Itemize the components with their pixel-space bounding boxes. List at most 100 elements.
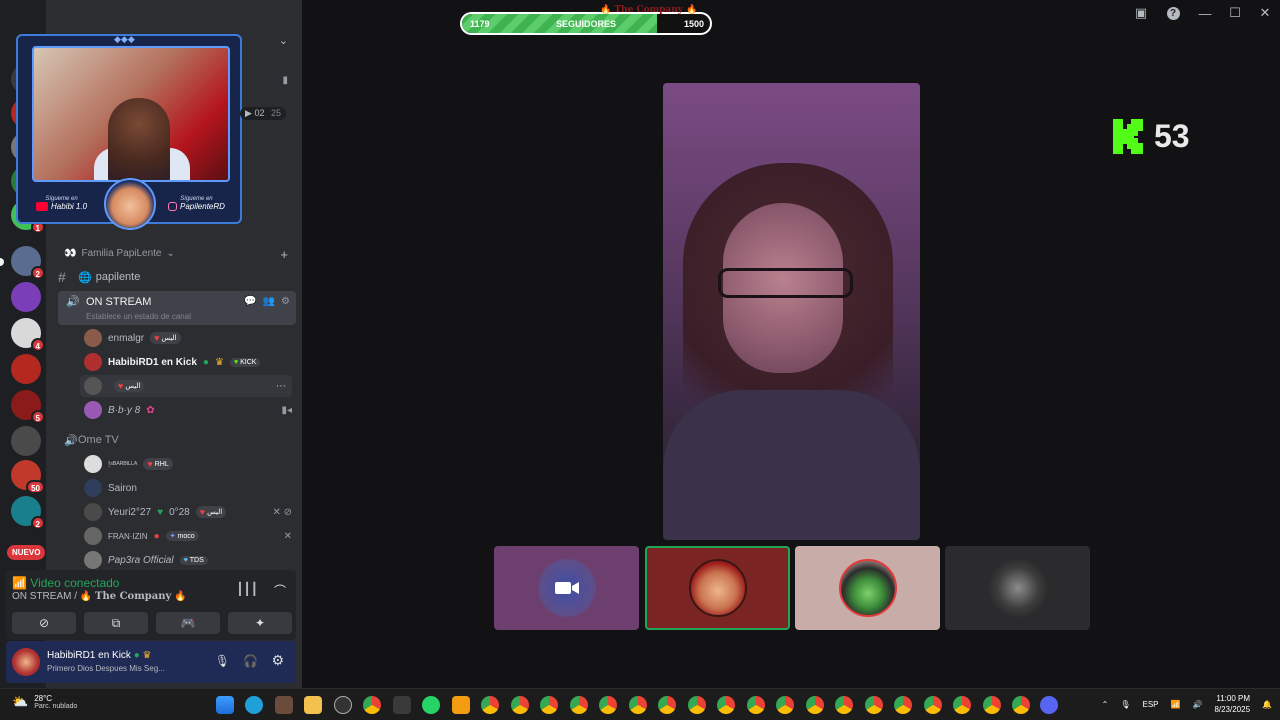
main-video-feed[interactable] xyxy=(663,83,920,540)
app-icon[interactable] xyxy=(334,696,352,714)
webcam-person xyxy=(108,98,170,180)
noise-suppression-icon[interactable]: ┃┃┃ xyxy=(236,582,258,596)
chevron-down-icon[interactable]: ⌄ xyxy=(279,34,288,47)
server-icon[interactable] xyxy=(11,282,41,312)
close-icon[interactable]: ✕ xyxy=(1250,2,1280,24)
chrome-icon[interactable] xyxy=(363,696,381,714)
chat-icon[interactable]: 💬 xyxy=(244,296,256,307)
activities-button[interactable]: 🎮 xyxy=(156,612,220,634)
screen-share-button[interactable]: ⧉ xyxy=(84,612,148,634)
server-icon[interactable]: 2 xyxy=(11,246,45,280)
chevron-up-icon[interactable]: ⌃ xyxy=(1102,700,1109,709)
chrome-icon[interactable] xyxy=(717,696,735,714)
voice-user[interactable]: HabibiRD1 en Kick ● ♛ ♥ KICK xyxy=(84,351,292,373)
participant-tile-speaking[interactable] xyxy=(645,546,790,630)
disconnect-icon[interactable]: ⌒ xyxy=(274,582,286,599)
voice-channel-ome-tv[interactable]: 🔊 Ome TV xyxy=(58,429,296,451)
participant-tile[interactable] xyxy=(945,546,1090,630)
chrome-icon[interactable] xyxy=(658,696,676,714)
app-icon[interactable] xyxy=(452,696,470,714)
voice-user[interactable]: enmalgr ♥ اليس xyxy=(84,327,292,349)
notification-icon[interactable]: 🔔 xyxy=(1262,700,1272,709)
chrome-icon[interactable] xyxy=(747,696,765,714)
mic-icon[interactable]: 🎙 xyxy=(1120,700,1130,709)
voice-user[interactable]: Pap3ra Official ♥ TDS xyxy=(84,549,292,571)
app-icon[interactable] xyxy=(393,696,411,714)
server-icon[interactable] xyxy=(11,354,41,384)
minimize-icon[interactable]: — xyxy=(1190,2,1220,24)
voice-user[interactable]: FRAN·IZIN ● ✦ moco ✕ xyxy=(84,525,292,547)
globe-icon: 🌐 xyxy=(78,271,92,284)
streamer-avatar-cartoon xyxy=(104,178,156,230)
category-header[interactable]: 👀 Familia PapiLente ⌄ xyxy=(64,248,175,259)
unread-badge: 2 xyxy=(30,266,45,280)
text-channel[interactable]: # 🌐 papilente xyxy=(58,266,296,288)
camera-off-button[interactable]: ⊘ xyxy=(12,612,76,634)
chrome-icon[interactable] xyxy=(835,696,853,714)
gear-icon[interactable]: ⚙ xyxy=(271,652,284,669)
chrome-icon[interactable] xyxy=(865,696,883,714)
add-channel-icon[interactable]: + xyxy=(280,247,288,262)
weather-widget[interactable]: ⛅ 28°C Parc. nublado xyxy=(12,694,77,710)
voice-user[interactable]: B·b·y 8 ✿ ▮◂ xyxy=(84,399,292,421)
help-icon[interactable]: ? xyxy=(1156,2,1190,24)
follower-label: SEGUIDORES xyxy=(555,19,616,29)
mic-icon[interactable]: 🎙 xyxy=(215,654,230,668)
wifi-icon[interactable]: 📶 xyxy=(1171,700,1181,709)
weather-temp: 28°C xyxy=(34,694,53,703)
voice-user[interactable]: Sairon xyxy=(84,477,292,499)
participant-tile[interactable] xyxy=(795,546,940,630)
chrome-icon[interactable] xyxy=(570,696,588,714)
soundboard-button[interactable]: ✦ xyxy=(228,612,292,634)
verified-icon: ● xyxy=(133,650,140,661)
username: !ˢᴮᴬᴿᴮᴵᴸᴸᴬ xyxy=(108,459,138,469)
headphones-icon[interactable]: 🎧 xyxy=(243,654,258,668)
chrome-icon[interactable] xyxy=(629,696,647,714)
participant-tile-camera-off[interactable] xyxy=(494,546,639,630)
avatar[interactable] xyxy=(12,648,40,676)
server-icon[interactable]: 50 xyxy=(11,460,45,494)
server-icon[interactable]: 2 xyxy=(11,496,45,530)
chrome-icon[interactable] xyxy=(599,696,617,714)
gear-icon[interactable]: ⚙ xyxy=(281,296,290,307)
server-icon[interactable]: 4 xyxy=(11,318,45,352)
chrome-icon[interactable] xyxy=(924,696,942,714)
voice-user[interactable]: ♥ اليس ⋯ xyxy=(80,375,292,397)
chrome-icon[interactable] xyxy=(806,696,824,714)
voice-user[interactable]: !ˢᴮᴬᴿᴮᴵᴸᴸᴬ ♥ RHL xyxy=(84,453,292,475)
add-member-icon[interactable]: 👥 xyxy=(263,296,275,307)
voice-user[interactable]: Yeuri2°27 ♥ 0°28 ♥ اليس ✕ ⊘ xyxy=(84,501,292,523)
chrome-icon[interactable] xyxy=(688,696,706,714)
app-icon[interactable] xyxy=(275,696,293,714)
chrome-icon[interactable] xyxy=(540,696,558,714)
avatar xyxy=(84,353,102,371)
more-icon[interactable]: ⋯ xyxy=(276,381,286,392)
chrome-icon[interactable] xyxy=(776,696,794,714)
user-custom-status: Primero Dios Despues Mis Seg... xyxy=(47,664,165,673)
maximize-icon[interactable]: ☐ xyxy=(1220,2,1250,24)
screen-share-icon[interactable]: ▣ xyxy=(1126,2,1156,24)
connection-status: 📶 Video conectado xyxy=(12,576,120,590)
server-icon[interactable] xyxy=(11,426,41,456)
windows-start-icon[interactable] xyxy=(216,696,234,714)
file-explorer-icon[interactable] xyxy=(304,696,322,714)
server-icon[interactable]: 5 xyxy=(11,390,45,424)
chrome-icon[interactable] xyxy=(894,696,912,714)
category-emoji-icon: 👀 xyxy=(64,248,77,259)
whatsapp-icon[interactable] xyxy=(422,696,440,714)
chrome-icon[interactable] xyxy=(1012,696,1030,714)
connection-channel[interactable]: ON STREAM / 🔥 The Company 🔥 xyxy=(12,591,187,602)
language-indicator[interactable]: ESP xyxy=(1142,700,1158,709)
chrome-icon[interactable] xyxy=(481,696,499,714)
volume-icon[interactable]: 🔊 xyxy=(1192,700,1202,709)
chrome-icon[interactable] xyxy=(983,696,1001,714)
discord-icon[interactable] xyxy=(1040,696,1058,714)
chrome-icon[interactable] xyxy=(953,696,971,714)
voice-channel-on-stream[interactable]: 🔊 ON STREAM Establece un estado de canal… xyxy=(58,291,296,325)
clock[interactable]: 11:00 PM 8/23/2025 xyxy=(1214,693,1250,715)
edge-icon[interactable] xyxy=(245,696,263,714)
weather-icon: ⛅ xyxy=(12,694,29,709)
camera-icon[interactable]: ▮ xyxy=(282,56,288,106)
chrome-icon[interactable] xyxy=(511,696,529,714)
window-controls: ▣ ? — ☐ ✕ xyxy=(1126,2,1280,24)
